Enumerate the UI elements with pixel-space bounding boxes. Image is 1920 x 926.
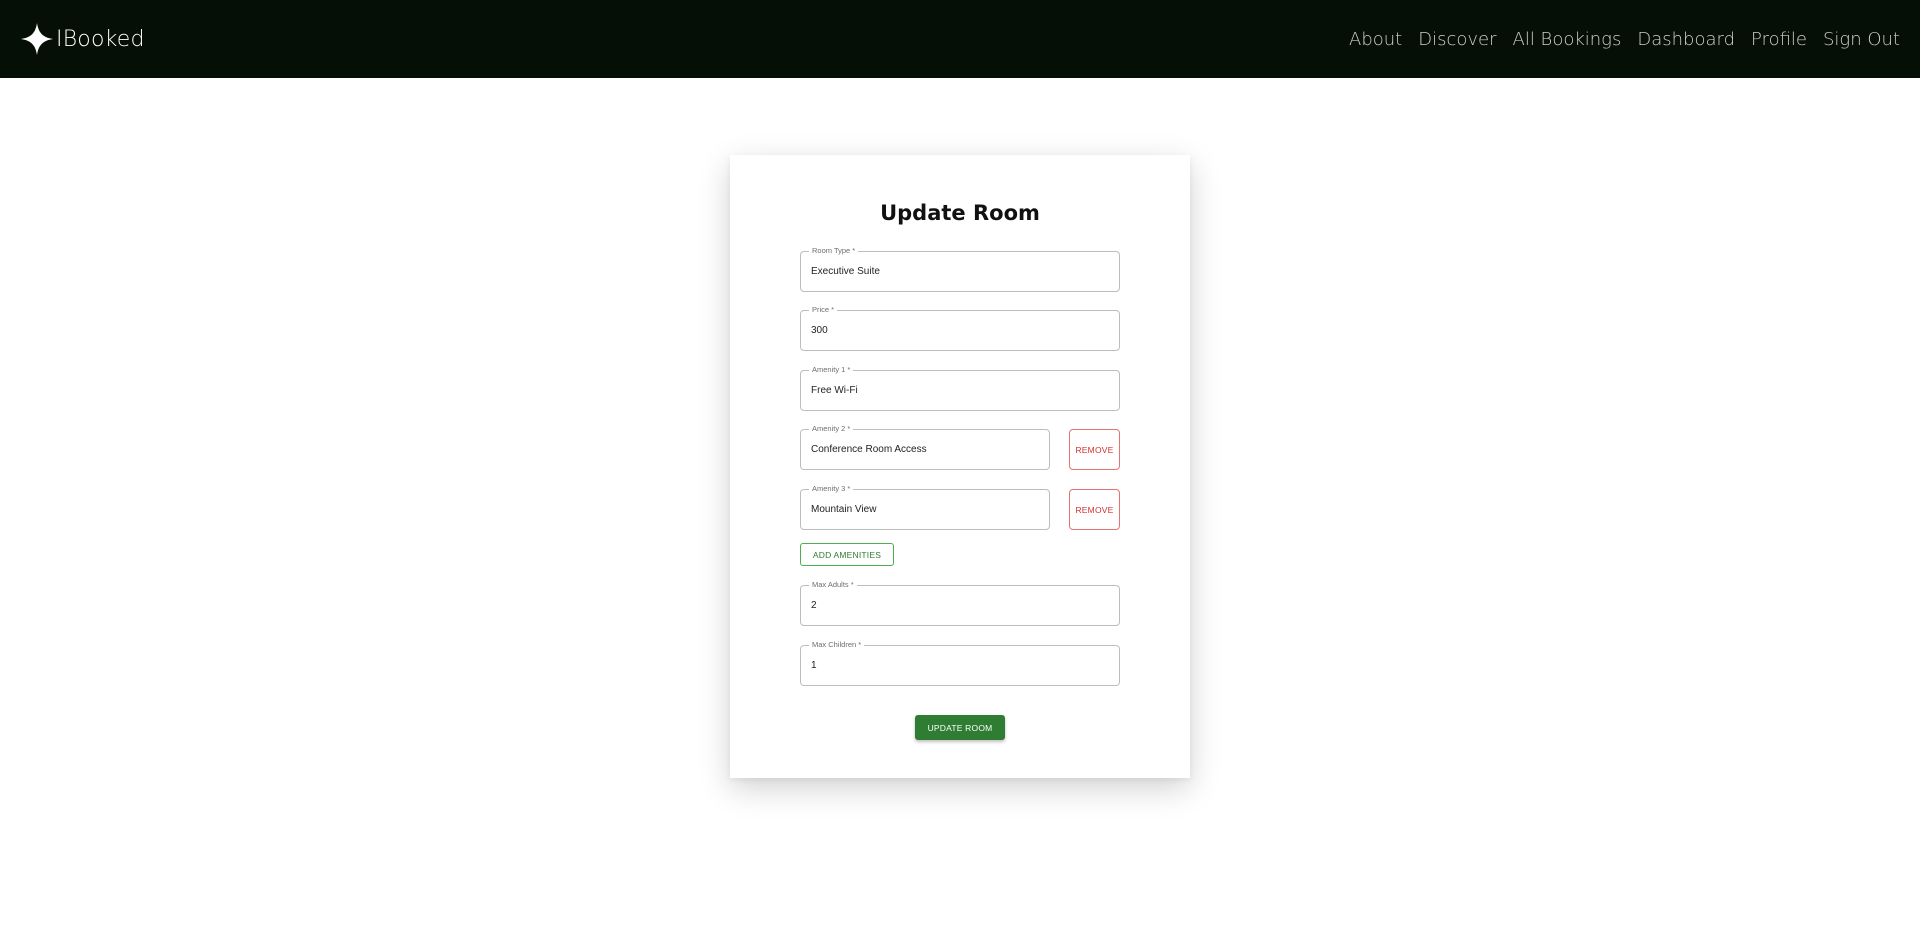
nav-link-all-bookings[interactable]: All Bookings: [1513, 29, 1622, 50]
four-point-star-icon: [21, 23, 53, 55]
amenity-2-field: Amenity 2 *: [800, 424, 1050, 470]
nav-link-dashboard[interactable]: Dashboard: [1637, 29, 1735, 50]
add-amenities-button[interactable]: ADD AMENITIES: [800, 543, 894, 566]
main-nav: About Discover All Bookings Dashboard Pr…: [1349, 29, 1900, 50]
nav-link-about[interactable]: About: [1349, 29, 1402, 50]
page-title: Update Room: [880, 201, 1040, 225]
amenity-1-field: Amenity 1 *: [800, 365, 1120, 411]
nav-link-sign-out[interactable]: Sign Out: [1823, 29, 1900, 50]
amenity-3-field: Amenity 3 *: [800, 484, 1050, 530]
navbar: IBooked About Discover All Bookings Dash…: [0, 0, 1920, 78]
max-adults-field: Max Adults *: [800, 580, 1120, 626]
price-field: Price *: [800, 305, 1120, 351]
amenity-1-input[interactable]: [811, 371, 1098, 410]
room-type-input[interactable]: [811, 252, 1098, 291]
amenity-2-input[interactable]: [811, 430, 1035, 469]
amenity-3-input[interactable]: [811, 490, 1035, 529]
nav-link-profile[interactable]: Profile: [1751, 29, 1807, 50]
remove-amenity-2-button[interactable]: REMOVE: [1069, 429, 1120, 470]
room-type-field: Room Type *: [800, 246, 1120, 292]
brand-logo-link[interactable]: IBooked: [20, 22, 145, 56]
brand-name: IBooked: [56, 26, 145, 52]
update-room-card: Update Room Room Type * Price * Amenity …: [730, 155, 1190, 778]
max-children-field: Max Children *: [800, 640, 1120, 686]
max-adults-input[interactable]: [811, 586, 1098, 625]
nav-link-discover[interactable]: Discover: [1418, 29, 1496, 50]
max-children-input[interactable]: [811, 646, 1098, 685]
update-room-button[interactable]: UPDATE ROOM: [915, 715, 1005, 740]
remove-amenity-3-button[interactable]: REMOVE: [1069, 489, 1120, 530]
price-input[interactable]: [811, 311, 1098, 350]
